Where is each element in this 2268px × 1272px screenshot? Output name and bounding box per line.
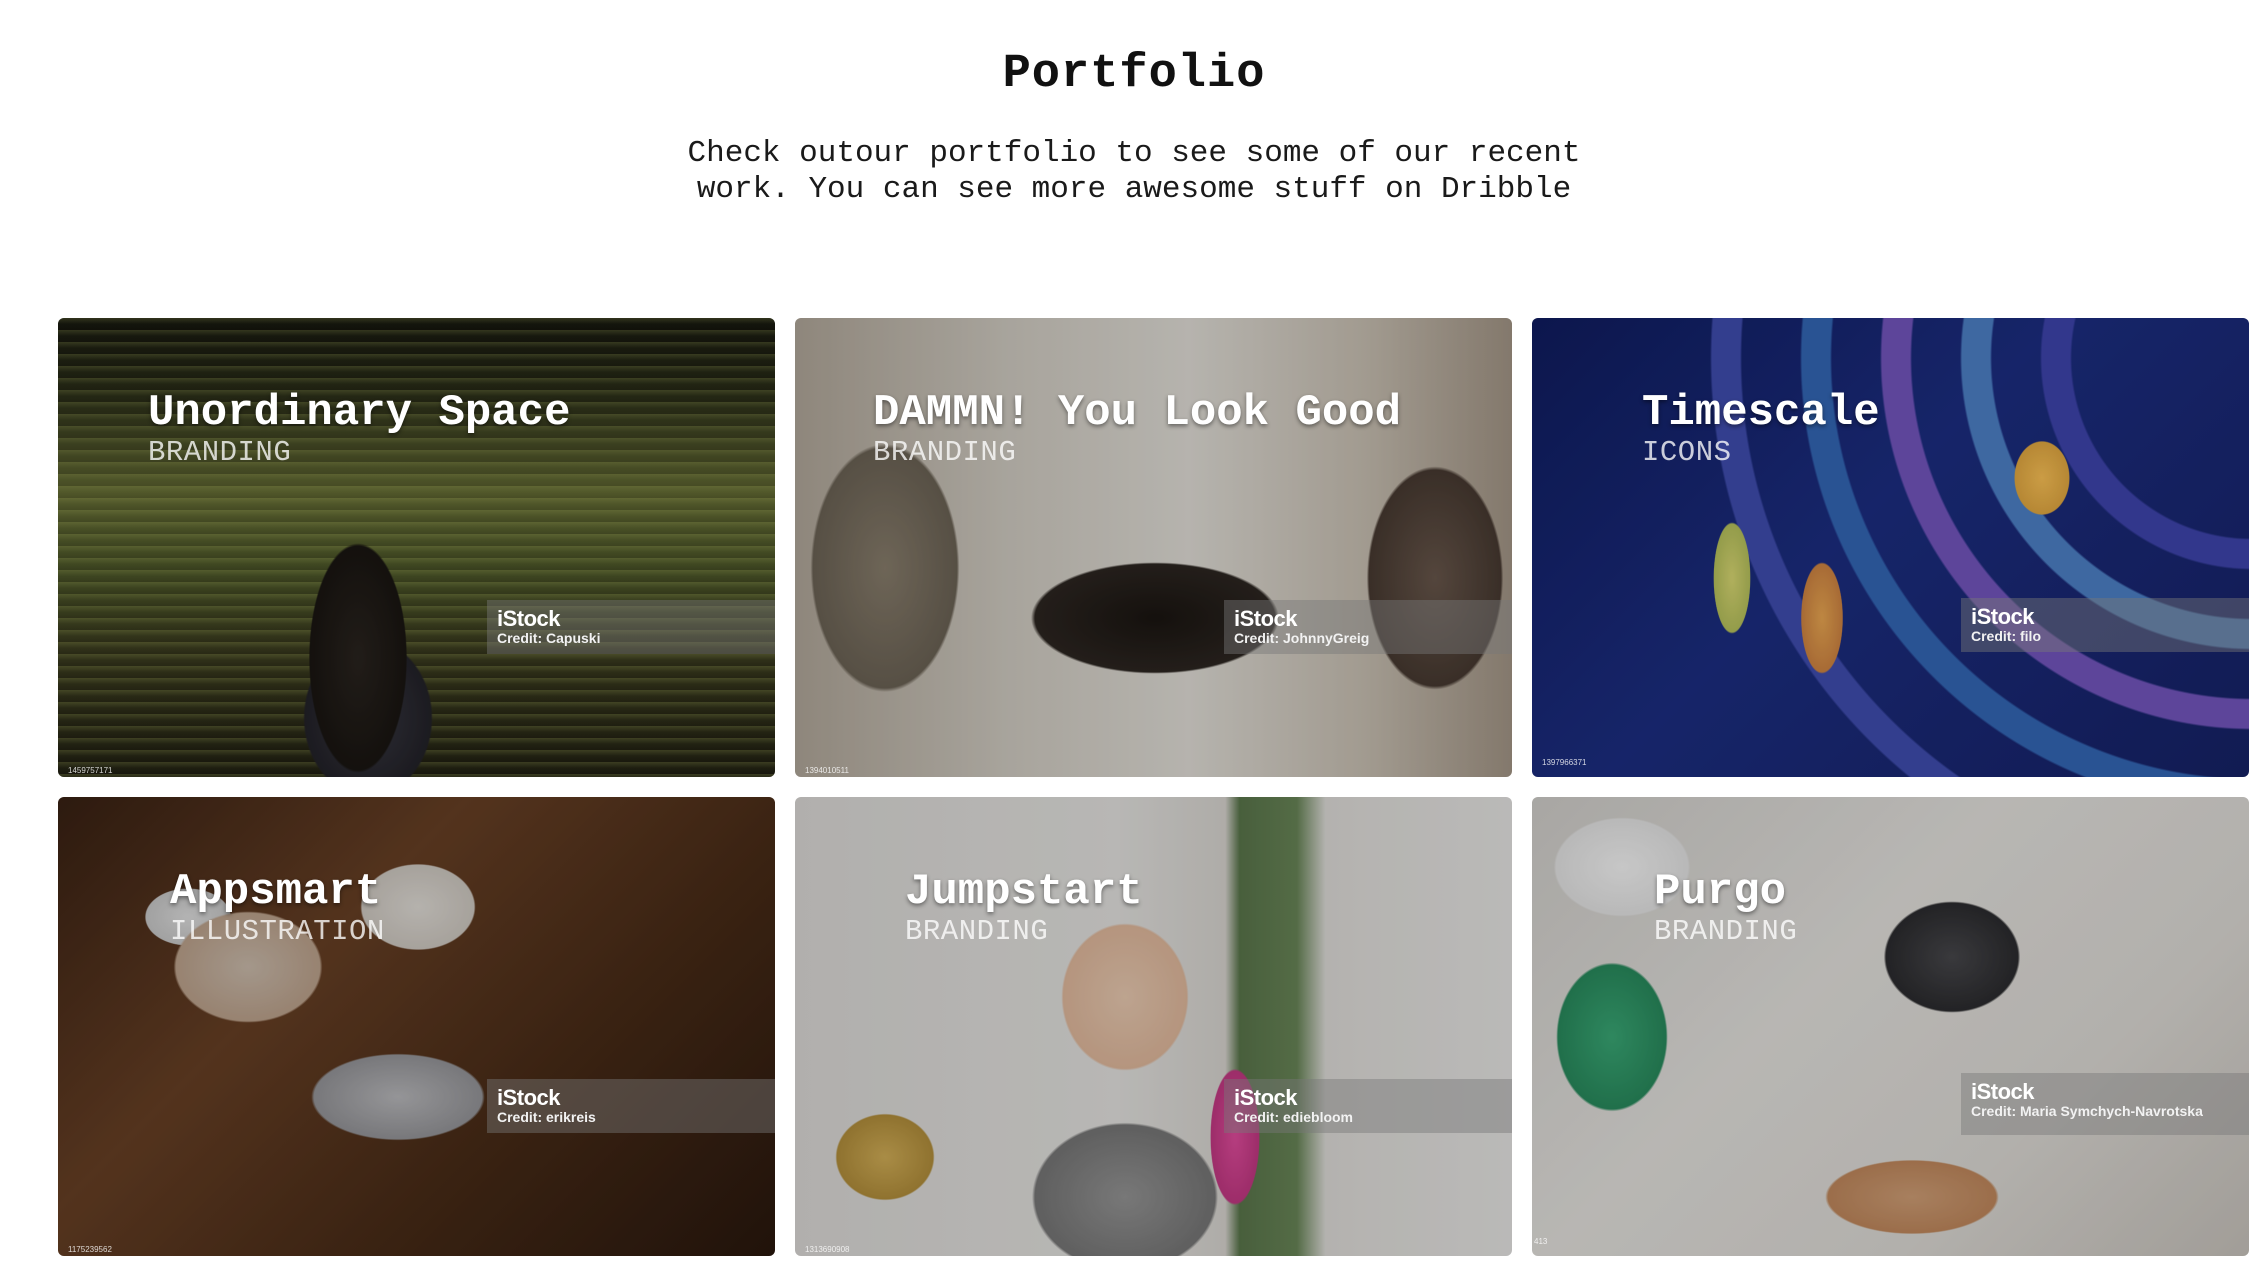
image-id: 1394010511 [805, 766, 849, 775]
card-title: Unordinary Space [148, 388, 571, 438]
watermark-brand: iStock [1234, 1085, 1298, 1110]
watermark-brand: iStock [1971, 604, 2035, 629]
image-id: 1175239562 [68, 1245, 112, 1254]
card-title: Jumpstart [905, 867, 1143, 917]
portfolio-card-appsmart[interactable]: Appsmart ILLUSTRATION iStock Credit: eri… [58, 797, 775, 1256]
image-id: 413 [1534, 1237, 1548, 1246]
card-category: BRANDING [148, 436, 292, 469]
istock-watermark: iStock Credit: Maria Symchych-Navrotska [1961, 1073, 2249, 1135]
watermark-brand: iStock [1971, 1079, 2035, 1104]
portfolio-card-dammn-you-look-good[interactable]: DAMMN! You Look Good BRANDING iStock Cre… [795, 318, 1512, 777]
watermark-credit: Credit: erikreis [497, 1109, 596, 1125]
portfolio-card-timescale[interactable]: Timescale ICONS iStock Credit: filo 1397… [1532, 318, 2249, 777]
portfolio-card-jumpstart[interactable]: Jumpstart BRANDING iStock Credit: ediebl… [795, 797, 1512, 1256]
watermark-credit: Credit: filo [1971, 628, 2041, 644]
watermark-credit: Credit: Maria Symchych-Navrotska [1971, 1103, 2203, 1119]
page-title: Portfolio [1002, 48, 1266, 101]
istock-watermark: iStock Credit: ediebloom [1224, 1079, 1512, 1133]
portfolio-page: Portfolio Check outour portfolio to see … [0, 0, 2268, 1272]
card-category: BRANDING [1654, 915, 1798, 948]
portfolio-grid: Unordinary Space BRANDING iStock Credit:… [58, 318, 2249, 1256]
card-category: ICONS [1642, 436, 1732, 469]
istock-watermark: iStock Credit: filo [1961, 598, 2249, 652]
istock-watermark: iStock Credit: Capuski [487, 600, 775, 654]
istock-watermark: iStock Credit: erikreis [487, 1079, 775, 1133]
page-subtitle: Check outour portfolio to see some of ou… [687, 136, 1581, 207]
istock-watermark: iStock Credit: JohnnyGreig [1224, 600, 1512, 654]
card-title: Timescale [1642, 388, 1880, 438]
watermark-credit: Credit: ediebloom [1234, 1109, 1354, 1125]
portfolio-card-unordinary-space[interactable]: Unordinary Space BRANDING iStock Credit:… [58, 318, 775, 777]
card-title: Appsmart [170, 867, 382, 917]
image-id: 1313690908 [805, 1245, 850, 1254]
image-id: 1397966371 [1542, 758, 1587, 767]
card-category: BRANDING [905, 915, 1049, 948]
watermark-credit: Credit: JohnnyGreig [1234, 630, 1370, 646]
card-category: ILLUSTRATION [170, 915, 385, 948]
card-title: Purgo [1654, 867, 1787, 917]
watermark-brand: iStock [497, 1085, 561, 1110]
image-id: 1459757171 [68, 766, 113, 775]
portfolio-card-purgo[interactable]: Purgo BRANDING iStock Credit: Maria Symc… [1532, 797, 2249, 1256]
watermark-brand: iStock [1234, 606, 1298, 631]
watermark-brand: iStock [497, 606, 561, 631]
card-category: BRANDING [873, 436, 1017, 469]
watermark-credit: Credit: Capuski [497, 630, 601, 646]
card-title: DAMMN! You Look Good [873, 388, 1402, 438]
